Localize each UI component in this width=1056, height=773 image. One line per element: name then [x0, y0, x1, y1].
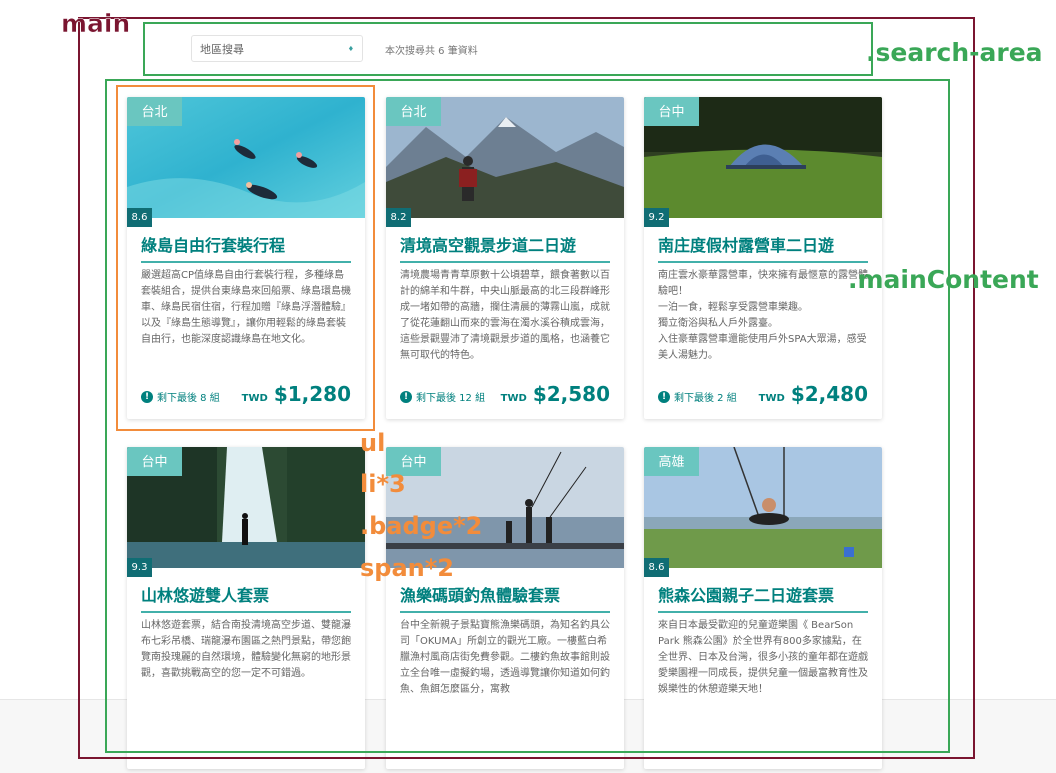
main-content-annotation-label: .mainContent [848, 265, 1039, 294]
span-annotation-label: span*2 [360, 554, 454, 582]
main-annotation-label: main [61, 9, 131, 38]
badge-annotation-label: .badge*2 [360, 512, 483, 540]
search-area-outline [143, 22, 873, 76]
li-annotation-label: li*3 [360, 470, 406, 498]
ul-annotation-label: ul [360, 429, 386, 457]
list-item-outline [116, 85, 375, 431]
search-area-annotation-label: .search-area [866, 38, 1043, 67]
